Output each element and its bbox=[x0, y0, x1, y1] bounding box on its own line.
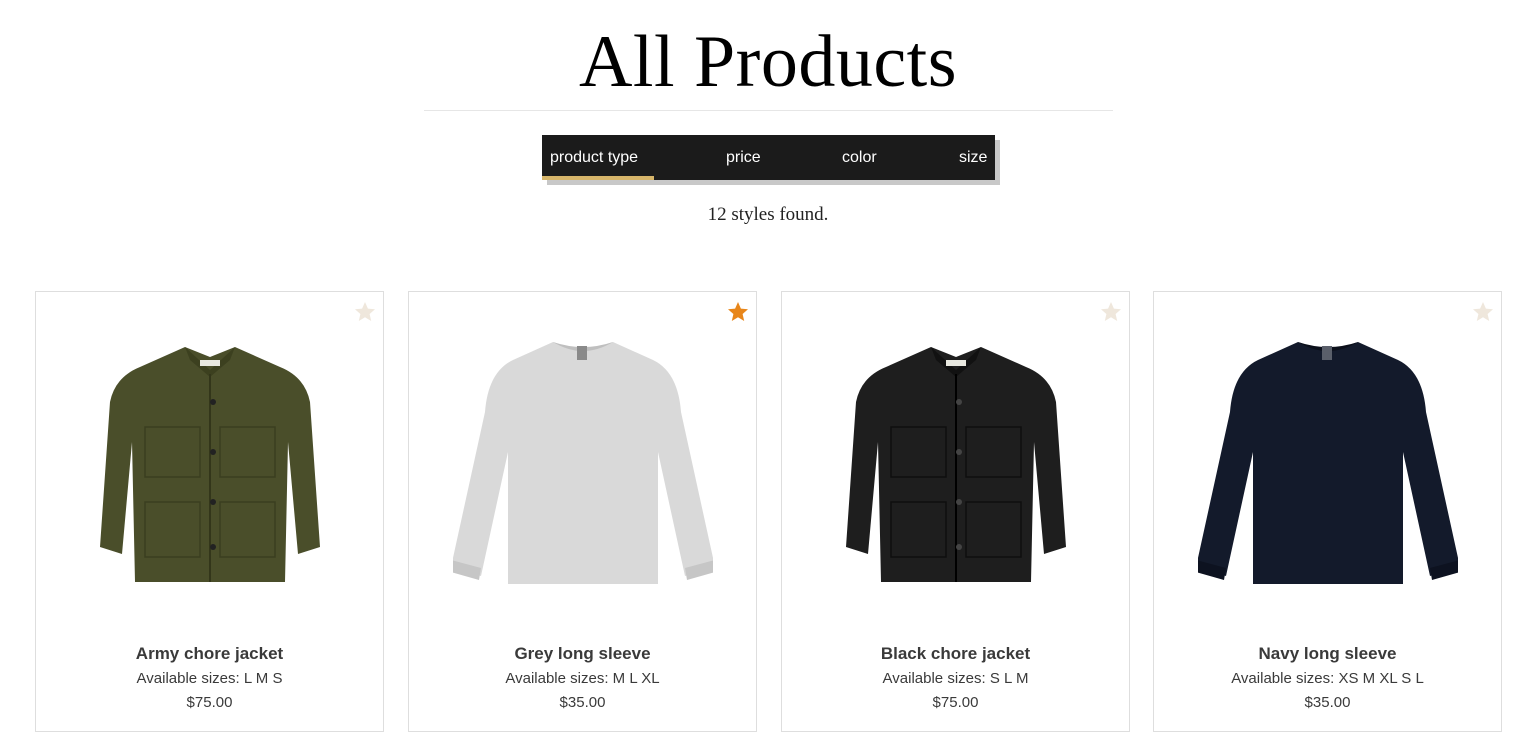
tab-label: color bbox=[842, 149, 877, 166]
product-card[interactable]: Grey long sleeve Available sizes: M L XL… bbox=[408, 291, 757, 732]
product-listing-page: All Products product type price color si… bbox=[0, 0, 1524, 743]
product-name[interactable]: Black chore jacket bbox=[782, 644, 1129, 664]
jacket-icon[interactable] bbox=[80, 332, 340, 602]
page-title: All Products bbox=[578, 21, 958, 103]
results-count: 12 styles found. bbox=[707, 204, 829, 225]
tab-size[interactable]: size bbox=[959, 135, 987, 180]
filter-bar: product type price color size bbox=[542, 135, 995, 180]
tab-label: product type bbox=[550, 149, 639, 166]
product-price: $75.00 bbox=[932, 694, 979, 711]
product-price: $35.00 bbox=[1304, 694, 1351, 711]
product-price: $35.00 bbox=[559, 694, 606, 711]
product-card[interactable]: Black chore jacket Available sizes: S L … bbox=[781, 291, 1130, 732]
jacket-icon[interactable] bbox=[826, 332, 1086, 602]
favorite-star-icon[interactable] bbox=[353, 300, 377, 324]
long-sleeve-icon[interactable] bbox=[453, 332, 713, 602]
product-card[interactable]: Army chore jacket Available sizes: L M S… bbox=[35, 291, 384, 732]
product-name[interactable]: Navy long sleeve bbox=[1154, 644, 1501, 664]
product-sizes: Available sizes: S L M bbox=[882, 670, 1029, 687]
tab-label: size bbox=[959, 149, 988, 166]
tab-product-type[interactable]: product type bbox=[542, 135, 654, 180]
tab-color[interactable]: color bbox=[842, 135, 877, 180]
tab-label: price bbox=[726, 149, 761, 166]
product-card[interactable]: Navy long sleeve Available sizes: XS M X… bbox=[1153, 291, 1502, 732]
product-sizes: Available sizes: L M S bbox=[136, 670, 283, 687]
product-price: $75.00 bbox=[186, 694, 233, 711]
product-name[interactable]: Army chore jacket bbox=[36, 644, 383, 664]
favorite-star-icon[interactable] bbox=[726, 300, 750, 324]
product-sizes: Available sizes: XS M XL S L bbox=[1231, 670, 1424, 687]
title-divider bbox=[424, 110, 1113, 111]
long-sleeve-icon[interactable] bbox=[1198, 332, 1458, 602]
favorite-star-icon[interactable] bbox=[1471, 300, 1495, 324]
product-sizes: Available sizes: M L XL bbox=[505, 670, 660, 687]
tab-price[interactable]: price bbox=[726, 135, 761, 180]
active-tab-indicator bbox=[542, 176, 654, 180]
favorite-star-icon[interactable] bbox=[1099, 300, 1123, 324]
product-name[interactable]: Grey long sleeve bbox=[409, 644, 756, 664]
